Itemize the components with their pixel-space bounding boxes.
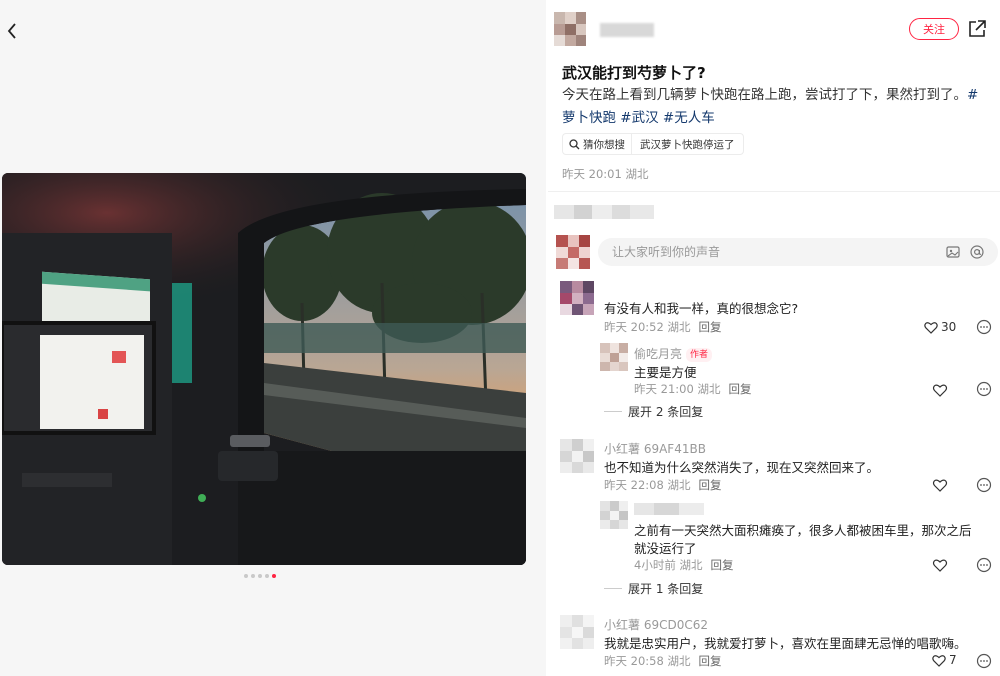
comment-input[interactable] — [598, 238, 998, 266]
comment-meta: 昨天 20:58 湖北 回复 — [604, 653, 721, 669]
reply-meta: 昨天 21:00 湖北 回复 — [634, 381, 751, 397]
heart-icon[interactable] — [932, 382, 948, 398]
post-description: 今天在路上看到几辆萝卜快跑在路上跑，尝试打了下，果然打到了。#萝卜快跑 #武汉 … — [562, 84, 990, 130]
comment-text: 我就是忠实用户，我就爱打萝卜，喜欢在里面肆无忌惮的唱歌嗨。 — [604, 636, 967, 651]
expand-line — [604, 588, 622, 589]
more-icon[interactable] — [976, 381, 992, 397]
reply-button[interactable]: 回复 — [698, 320, 721, 334]
reply-author-name-blurred — [634, 503, 704, 515]
comment-count-blurred — [554, 205, 654, 219]
reply-button[interactable]: 回复 — [698, 478, 721, 492]
heart-icon — [932, 654, 946, 667]
comment-item: 小红薯 69CD0C62 我就是忠实用户，我就爱打萝卜，喜欢在里面肆无忌惮的唱歌… — [548, 613, 1000, 673]
reply-text: 之前有一天突然大面积瘫痪了，很多人都被困车里，那次之后 — [634, 523, 972, 538]
carousel-dot[interactable] — [265, 574, 269, 578]
post-body-text: 今天在路上看到几辆萝卜快跑在路上跑，尝试打了下，果然打到了。 — [562, 87, 967, 103]
commenter-name[interactable]: 小红薯 69CD0C62 — [604, 616, 708, 633]
reply-author-name: 偷吃月亮 — [634, 347, 683, 361]
reply-text-cont: 就没运行了 — [634, 541, 697, 556]
divider — [548, 191, 1000, 192]
more-icon[interactable] — [976, 319, 992, 335]
carousel-dot-active[interactable] — [272, 574, 276, 578]
image-icon[interactable] — [946, 245, 960, 259]
comment-text: 有没有人和我一样，真的很想念它? — [604, 301, 799, 316]
carousel-dot[interactable] — [251, 574, 255, 578]
reply-avatar[interactable] — [600, 343, 628, 371]
author-avatar[interactable] — [554, 12, 586, 46]
post-detail-panel: 关注 武汉能打到芍萝卜了? 今天在路上看到几辆萝卜快跑在路上跑，尝试打了下，果然… — [548, 0, 1000, 676]
media-panel — [0, 0, 546, 676]
back-arrow-icon — [7, 23, 16, 39]
reply-button[interactable]: 回复 — [728, 382, 751, 396]
post-meta: 昨天 20:01 湖北 — [562, 167, 649, 181]
commenter-avatar[interactable] — [560, 615, 594, 649]
reply-button[interactable]: 回复 — [710, 558, 733, 572]
carousel-dot[interactable] — [258, 574, 262, 578]
more-icon[interactable] — [976, 477, 992, 493]
related-search-lead: 猜你想搜 — [563, 134, 632, 154]
more-icon[interactable] — [976, 653, 992, 669]
like-count: 7 — [949, 653, 957, 667]
commenter-name[interactable]: 小红薯 69AF41BB — [604, 440, 706, 457]
heart-icon[interactable] — [932, 477, 948, 493]
author-row: 关注 — [554, 12, 994, 48]
reply-button[interactable]: 回复 — [698, 654, 721, 668]
reply-meta: 4小时前 湖北 回复 — [634, 557, 733, 573]
author-badge: 作者 — [686, 348, 713, 362]
more-icon[interactable] — [976, 557, 992, 573]
reply-author[interactable]: 偷吃月亮 作者 — [634, 345, 713, 362]
current-user-avatar — [556, 235, 590, 269]
at-icon[interactable] — [970, 245, 984, 259]
like-count: 30 — [941, 320, 957, 334]
comment-input-tools — [946, 245, 984, 259]
back-button[interactable] — [2, 18, 22, 44]
hashtag-link[interactable]: #武汉 — [620, 110, 658, 126]
hashtag-link[interactable]: #无人车 — [663, 110, 715, 126]
carousel-indicator[interactable] — [244, 574, 276, 578]
related-search-label: 猜你想搜 — [583, 138, 625, 151]
related-search-chip[interactable]: 猜你想搜 武汉萝卜快跑停运了 — [562, 133, 744, 155]
commenter-avatar[interactable] — [560, 439, 594, 473]
post-title: 武汉能打到芍萝卜了? — [562, 64, 706, 82]
comment-text: 也不知道为什么突然消失了，现在又突然回来了。 — [604, 460, 880, 475]
reply-time-location: 昨天 21:00 湖北 — [634, 382, 721, 396]
expand-replies-button[interactable]: 展开 2 条回复 — [604, 403, 703, 420]
comment-meta: 昨天 20:52 湖北 回复 — [604, 319, 721, 335]
commenter-avatar[interactable] — [560, 281, 594, 315]
share-icon[interactable] — [966, 18, 988, 40]
reply-text: 主要是方便 — [634, 365, 697, 380]
like-button[interactable]: 30 — [924, 320, 956, 334]
comment-item: 有没有人和我一样，真的很想念它? 昨天 20:52 湖北 回复 30 偷吃月亮 作者… — [548, 279, 1000, 419]
search-icon — [569, 138, 580, 149]
expand-replies-label: 展开 2 条回复 — [628, 405, 704, 419]
expand-replies-label: 展开 1 条回复 — [628, 582, 704, 596]
comment-item: 小红薯 69AF41BB 也不知道为什么突然消失了，现在又突然回来了。 昨天 2… — [548, 437, 1000, 597]
post-photo[interactable] — [2, 173, 526, 565]
comment-time-location: 昨天 22:08 湖北 — [604, 478, 691, 492]
like-button[interactable]: 7 — [932, 653, 957, 667]
heart-icon — [924, 321, 938, 334]
comment-meta: 昨天 22:08 湖北 回复 — [604, 477, 721, 493]
comment-input-row — [556, 235, 998, 269]
follow-button[interactable]: 关注 — [909, 18, 959, 40]
expand-replies-button[interactable]: 展开 1 条回复 — [604, 580, 703, 597]
heart-icon[interactable] — [932, 557, 948, 573]
author-name-blurred[interactable] — [600, 23, 654, 37]
reply-avatar[interactable] — [600, 501, 628, 529]
comment-time-location: 昨天 20:52 湖北 — [604, 320, 691, 334]
related-search-query[interactable]: 武汉萝卜快跑停运了 — [632, 137, 743, 152]
carousel-dot[interactable] — [244, 574, 248, 578]
comment-time-location: 昨天 20:58 湖北 — [604, 654, 691, 668]
expand-line — [604, 411, 622, 412]
reply-time-location: 4小时前 湖北 — [634, 558, 703, 572]
